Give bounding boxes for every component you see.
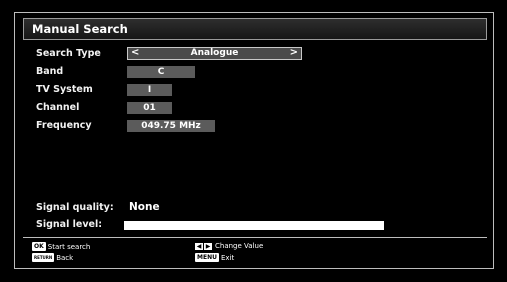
frequency-field[interactable]: 049.75 MHz (127, 120, 215, 132)
footer-change-value[interactable]: ◀ ▶ Change Value (195, 242, 263, 250)
title-bar: Manual Search (23, 18, 487, 40)
menu-key-icon: MENU (195, 253, 219, 262)
back-label: Back (56, 253, 74, 262)
frequency-label: Frequency (36, 120, 92, 131)
tv-system-field[interactable]: I (127, 84, 172, 96)
search-type-value: Analogue (190, 48, 239, 58)
page-title: Manual Search (32, 22, 128, 36)
signal-quality-label: Signal quality: (36, 202, 114, 213)
footer-start-search[interactable]: OK Start search (32, 242, 90, 251)
signal-level-bar (124, 221, 384, 230)
footer-exit[interactable]: MENU Exit (195, 253, 234, 262)
left-right-keys-icon: ◀ ▶ (195, 242, 213, 250)
tv-system-label: TV System (36, 84, 93, 95)
search-type-selector[interactable]: < Analogue > (127, 47, 302, 60)
right-arrow-key-icon: ▶ (204, 242, 212, 250)
signal-quality-value: None (129, 201, 160, 213)
chevron-right-icon[interactable]: > (290, 47, 298, 59)
manual-search-panel: Manual Search Search Type < Analogue > B… (14, 12, 494, 269)
start-search-label: Start search (47, 242, 91, 251)
return-key-icon: RETURN (32, 253, 55, 262)
exit-label: Exit (220, 253, 235, 262)
search-type-label: Search Type (36, 48, 101, 59)
band-field[interactable]: C (127, 66, 195, 78)
signal-level-label: Signal level: (36, 219, 103, 230)
channel-label: Channel (36, 102, 80, 113)
channel-field[interactable]: 01 (127, 102, 172, 114)
band-label: Band (36, 66, 64, 77)
footer-divider (23, 237, 487, 238)
footer-back[interactable]: RETURN Back (32, 253, 73, 262)
change-value-label: Change Value (215, 242, 264, 250)
ok-key-icon: OK (32, 242, 46, 251)
left-arrow-key-icon: ◀ (195, 242, 203, 250)
